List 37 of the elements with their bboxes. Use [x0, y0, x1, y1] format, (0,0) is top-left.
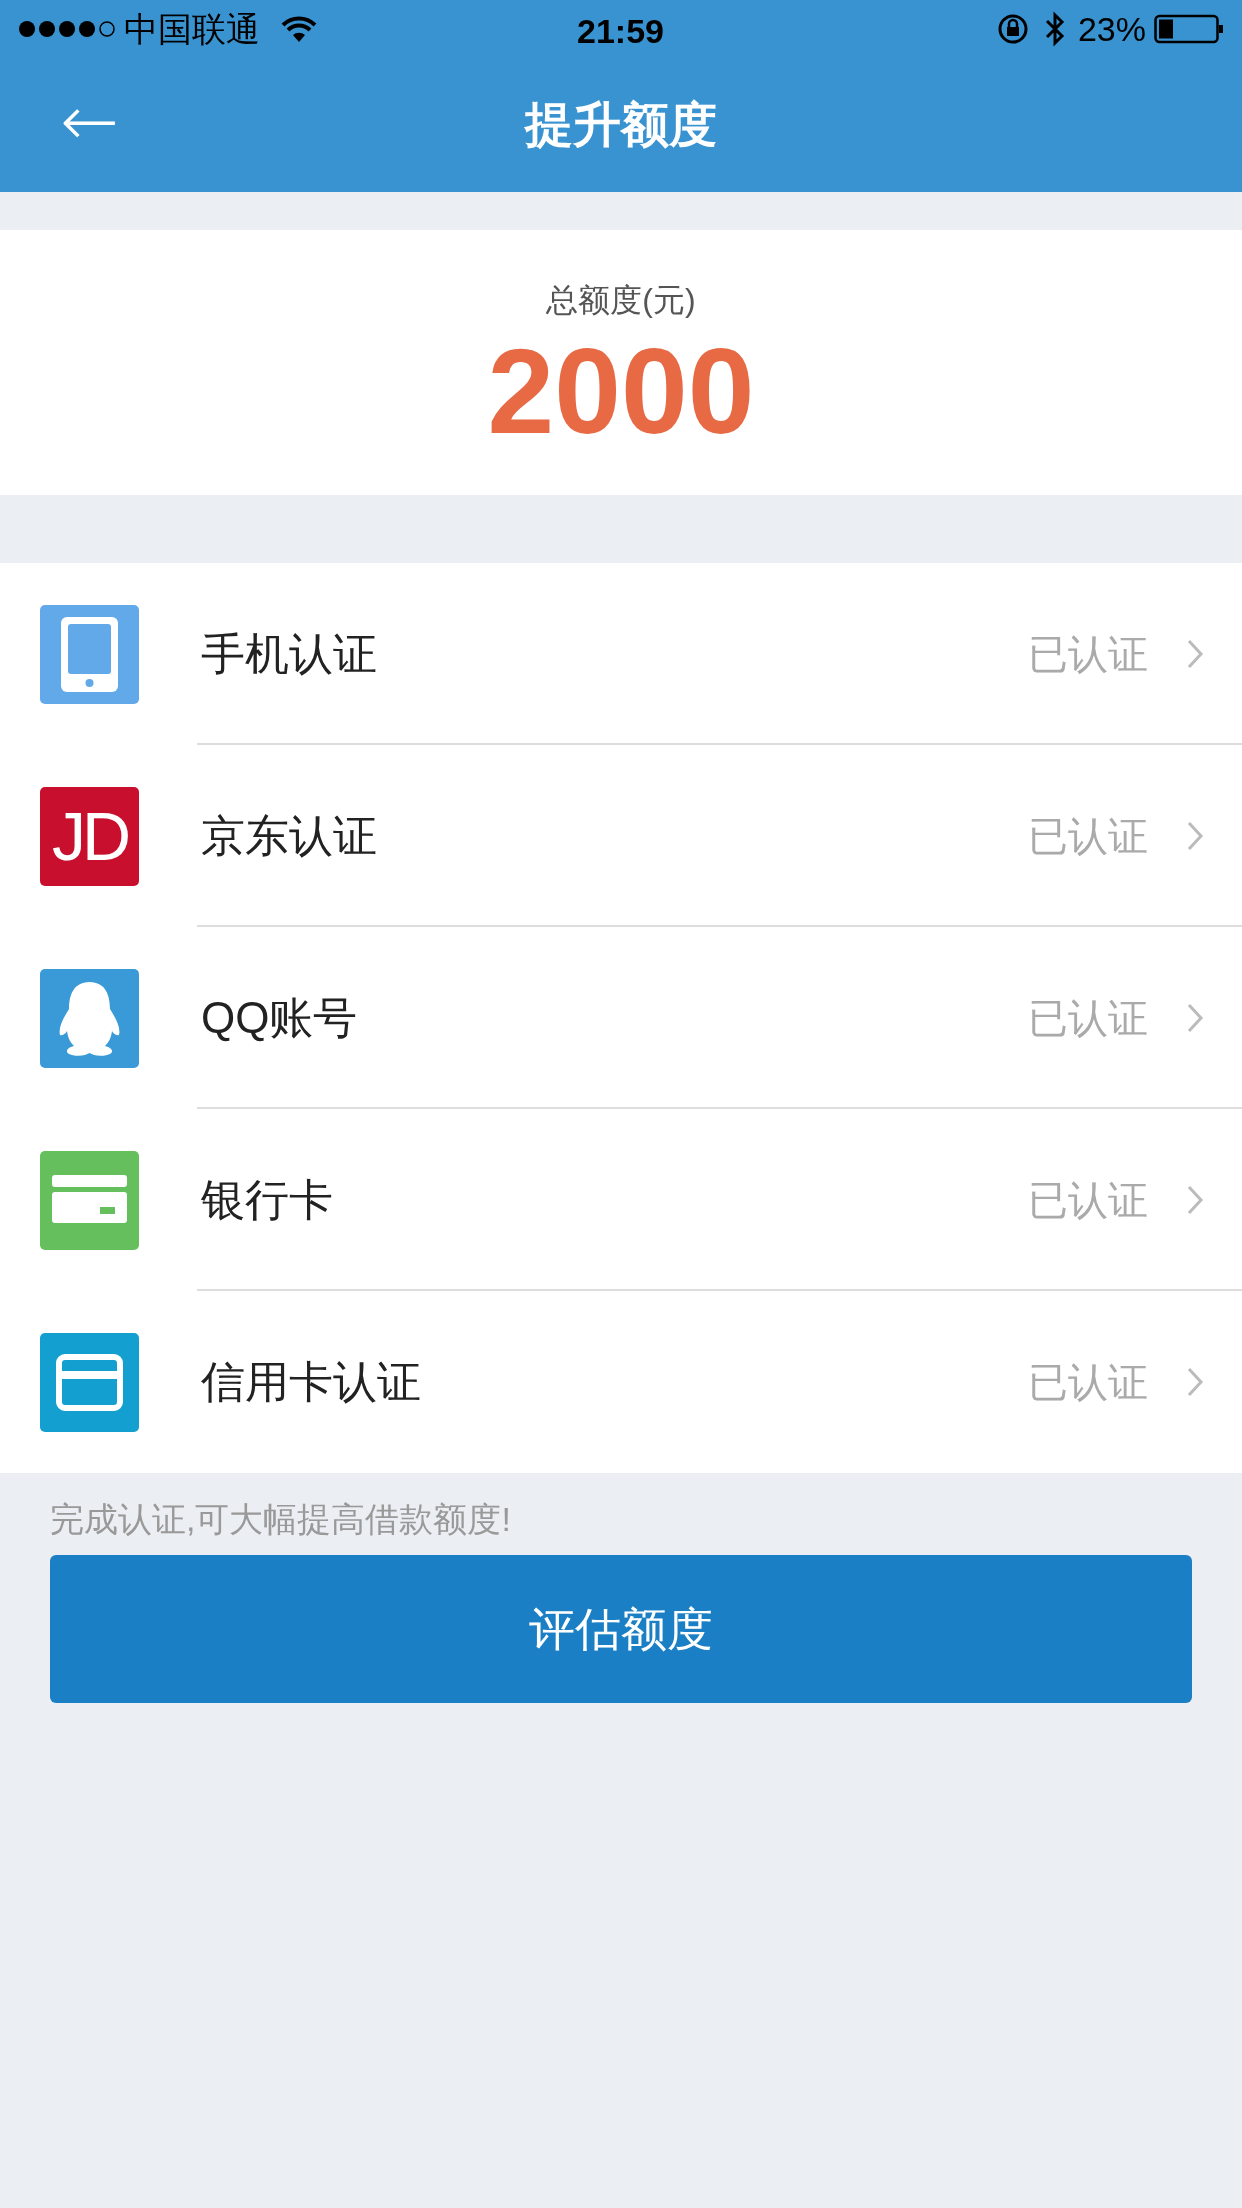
verification-row[interactable]: 银行卡 已认证: [0, 1109, 1242, 1291]
total-amount: 2000: [487, 326, 755, 456]
verification-row[interactable]: QQ账号 已认证: [0, 927, 1242, 1109]
signal-icon: [18, 19, 118, 39]
status-label: 已认证: [1028, 631, 1148, 678]
evaluate-button[interactable]: 评估额度: [50, 1555, 1192, 1703]
item-label: 银行卡: [201, 1174, 333, 1226]
item-label: 手机认证: [201, 628, 377, 680]
clock-time: 21:59: [577, 11, 664, 52]
chevron-icon: [1186, 1002, 1204, 1034]
chevron-icon: [1186, 820, 1204, 852]
jd-logo: JD: [40, 786, 139, 886]
item-label: QQ账号: [201, 992, 358, 1044]
tablet-icon: [40, 604, 139, 704]
status-label: 已认证: [1028, 995, 1148, 1042]
item-label: 信用卡认证: [201, 1356, 421, 1408]
chevron-icon: [1186, 638, 1204, 670]
chevron-icon: [1186, 1184, 1204, 1216]
item-label: 京东认证: [201, 810, 377, 862]
status-label: 已认证: [1028, 1359, 1148, 1406]
status-label: 已认证: [1028, 1177, 1148, 1224]
status-label: 已认证: [1028, 813, 1148, 860]
carrier-name: 中国联通: [124, 8, 260, 50]
penguin-icon: [40, 968, 139, 1068]
card-icon: [40, 1150, 139, 1250]
page-title: 提升额度: [525, 97, 717, 153]
battery-percent: 23%: [1077, 8, 1146, 50]
verification-row[interactable]: JD 京东认证 已认证: [0, 745, 1242, 927]
hint-text: 完成认证,可大幅提高借款额度!: [50, 1499, 512, 1539]
total-label: 总额度(元): [546, 281, 696, 320]
bluetooth-icon: [1043, 11, 1066, 47]
chevron-icon: [1186, 1366, 1204, 1398]
battery-icon: [1154, 14, 1224, 44]
verification-row[interactable]: 信用卡认证 已认证: [0, 1291, 1242, 1473]
wifi-icon: [280, 15, 318, 43]
verification-row[interactable]: 手机认证 已认证: [0, 563, 1242, 745]
card-icon: [40, 1332, 139, 1432]
